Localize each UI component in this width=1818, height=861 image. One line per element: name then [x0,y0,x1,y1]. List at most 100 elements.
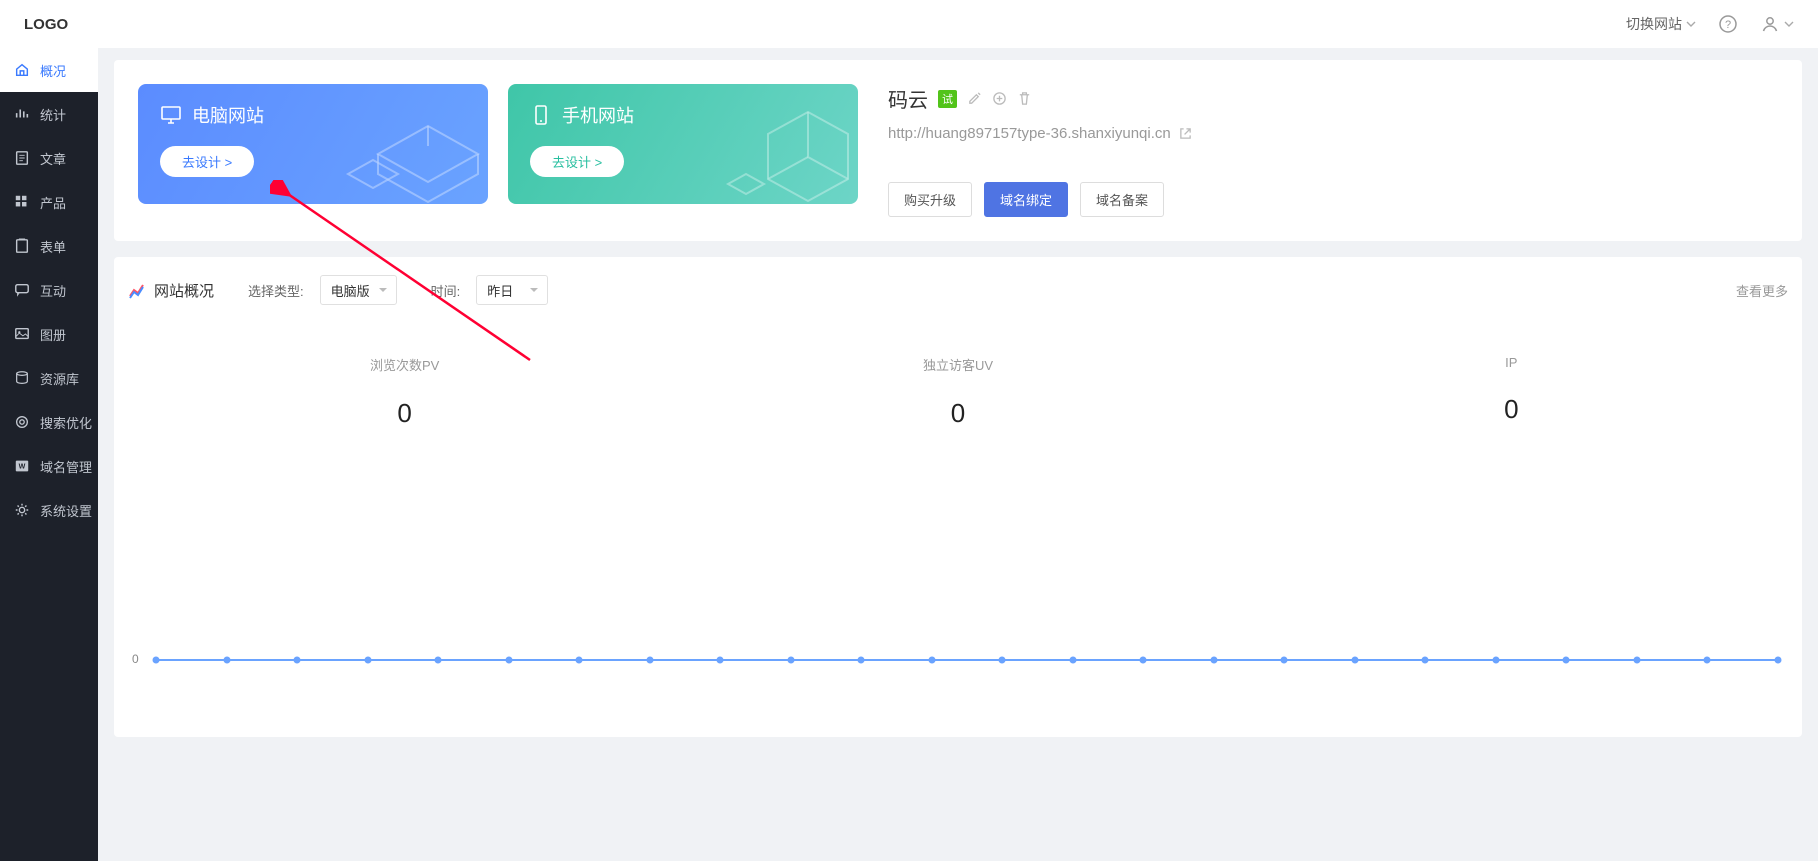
stats-icon [128,281,146,299]
chart-point [1775,657,1782,664]
stat-label: IP [1235,355,1788,370]
chart-point [1422,657,1429,664]
chart-point [576,657,583,664]
chevron-down-icon [1686,19,1696,29]
chart-point [1281,657,1288,664]
type-select[interactable]: 电脑版 [320,275,397,305]
card-pc-site: 电脑网站 去设计 > [138,84,488,204]
chart-point [646,657,653,664]
stat-block: 独立访客UV0 [681,355,1234,429]
sidebar-item-label: 统计 [40,105,66,124]
stat-label: 独立访客UV [681,355,1234,374]
edit-icon [967,91,982,106]
chart-point [1069,657,1076,664]
sidebar-item-db[interactable]: 资源库 [0,356,98,400]
target-icon [14,414,30,430]
stat-value: 0 [128,398,681,429]
sidebar-item-gear[interactable]: 系统设置 [0,488,98,532]
add-button[interactable] [992,91,1007,106]
mobile-icon [530,104,552,126]
chat-icon [14,282,30,298]
form-icon [14,238,30,254]
sidebar-item-doc[interactable]: 文章 [0,136,98,180]
main-content: 电脑网站 去设计 > 手机网站 去设计 > 码云 试 [98,0,1818,753]
edit-button[interactable] [967,91,982,106]
card-mobile-title: 手机网站 [562,102,634,128]
sidebar-item-image[interactable]: 图册 [0,312,98,356]
chart-point [294,657,301,664]
sidebar-item-label: 表单 [40,237,66,256]
chart-point [505,657,512,664]
mobile-deco [708,104,858,204]
card-mobile-site: 手机网站 去设计 > [508,84,858,204]
stat-label: 浏览次数PV [128,355,681,374]
top-cards-row: 电脑网站 去设计 > 手机网站 去设计 > 码云 试 [114,60,1802,241]
home-icon [14,62,30,78]
help-icon: ? [1718,14,1738,34]
chart-point [787,657,794,664]
chart-point [1633,657,1640,664]
chart-line [156,659,1778,661]
view-more-link[interactable]: 查看更多 [1736,281,1788,300]
chart-point [1351,657,1358,664]
open-link-button[interactable] [1179,127,1192,140]
topbar: LOGO 切换网站 ? [0,0,1818,48]
time-label: 时间: [431,281,461,300]
chart-point [1563,657,1570,664]
upgrade-button[interactable]: 购买升级 [888,182,972,217]
sidebar-item-label: 互动 [40,281,66,300]
panel-title: 网站概况 [154,280,214,301]
sidebar-item-label: 概况 [40,61,66,80]
domain-beian-button[interactable]: 域名备案 [1080,182,1164,217]
trial-badge: 试 [938,90,957,108]
chart-point [1704,657,1711,664]
pc-deco [338,104,488,204]
stat-block: 浏览次数PV 0 [128,355,681,429]
external-link-icon [1179,127,1192,140]
monitor-icon [160,104,182,126]
chart-point [364,657,371,664]
chart-point [717,657,724,664]
sidebar-item-wbox[interactable]: W 域名管理 [0,444,98,488]
logo: LOGO [24,16,68,33]
chevron-down-icon [1784,19,1794,29]
type-label: 选择类型: [248,281,304,300]
time-select[interactable]: 昨日 [476,275,548,305]
sidebar-item-target[interactable]: 搜索优化 [0,400,98,444]
svg-text:W: W [19,463,26,471]
domain-bind-button[interactable]: 域名绑定 [984,182,1068,217]
switch-site-dropdown[interactable]: 切换网站 [1626,14,1696,34]
sidebar-item-grid[interactable]: 产品 [0,180,98,224]
site-name: 码云 [888,84,928,113]
sidebar-item-label: 搜索优化 [40,413,92,432]
switch-site-label: 切换网站 [1626,14,1682,34]
stat-value: 0 [1235,394,1788,425]
plus-circle-icon [992,91,1007,106]
delete-button[interactable] [1017,91,1032,106]
chart-point [1140,657,1147,664]
sidebar-item-form[interactable]: 表单 [0,224,98,268]
svg-text:?: ? [1725,19,1731,31]
line-chart: 0 [128,459,1788,719]
chart-point [1210,657,1217,664]
help-button[interactable]: ? [1718,14,1738,34]
card-mobile-design-button[interactable]: 去设计 > [530,146,624,177]
y-tick: 0 [132,652,139,666]
site-info: 码云 试 http://huang897157type-36.shanxiyun… [878,84,1778,217]
sidebar-item-label: 域名管理 [40,457,92,476]
chart-point [1492,657,1499,664]
trash-icon [1017,91,1032,106]
stats-panel: 网站概况 选择类型: 电脑版 时间: 昨日 查看更多 浏览次数PV0独立访客UV… [114,257,1802,737]
image-icon [14,326,30,342]
card-pc-title: 电脑网站 [192,102,264,128]
wbox-icon: W [14,458,30,474]
sidebar-item-stats[interactable]: 统计 [0,92,98,136]
sidebar-item-chat[interactable]: 互动 [0,268,98,312]
chart-point [153,657,160,664]
card-pc-design-button[interactable]: 去设计 > [160,146,254,177]
grid-icon [14,194,30,210]
user-menu[interactable] [1760,14,1794,34]
sidebar-item-label: 产品 [40,193,66,212]
sidebar-item-label: 文章 [40,149,66,168]
sidebar-item-home[interactable]: 概况 [0,48,98,92]
